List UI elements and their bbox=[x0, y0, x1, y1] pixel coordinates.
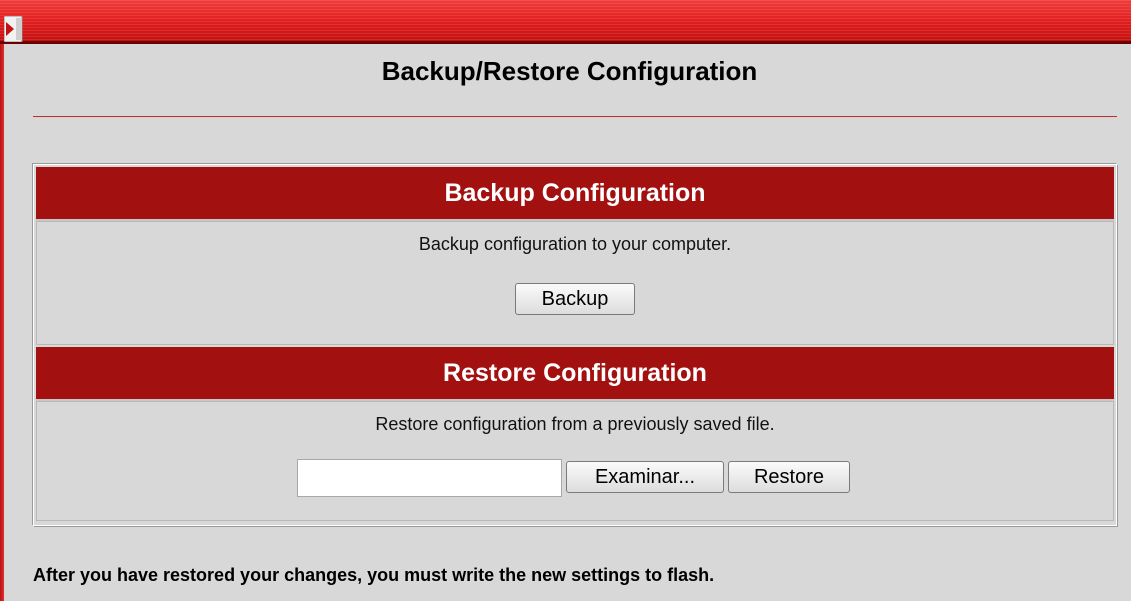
page-title: Backup/Restore Configuration bbox=[381, 56, 758, 86]
restore-description: Restore configuration from a previously … bbox=[375, 414, 775, 434]
config-table: Backup Configuration Backup configuratio… bbox=[33, 164, 1117, 526]
browse-button[interactable]: Examinar... bbox=[566, 461, 724, 493]
backup-description: Backup configuration to your computer. bbox=[418, 234, 732, 254]
backup-button[interactable]: Backup bbox=[515, 283, 635, 315]
restore-file-input[interactable] bbox=[297, 459, 562, 497]
title-divider bbox=[33, 116, 1117, 118]
restore-section-body: Restore configuration from a previously … bbox=[36, 401, 1114, 521]
top-banner bbox=[0, 0, 1131, 44]
restore-button[interactable]: Restore bbox=[728, 461, 850, 493]
page-root: Backup/Restore Configuration Backup Conf… bbox=[0, 0, 1131, 601]
backup-section-header: Backup Configuration bbox=[36, 167, 1114, 221]
restore-section-header: Restore Configuration bbox=[36, 347, 1114, 401]
backup-section-body: Backup configuration to your computer. B… bbox=[36, 221, 1114, 345]
footer-note: After you have restored your changes, yo… bbox=[33, 565, 715, 585]
frame-toggle-icon[interactable] bbox=[3, 15, 30, 43]
left-frame-edge bbox=[0, 44, 4, 601]
